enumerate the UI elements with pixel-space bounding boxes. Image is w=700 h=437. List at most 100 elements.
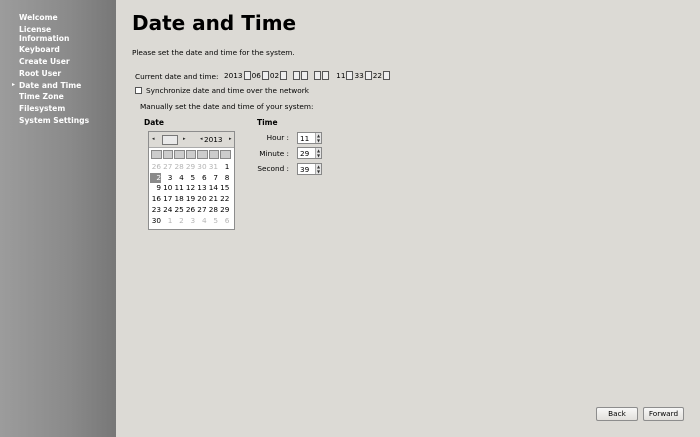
calendar-day[interactable]: 11	[173, 183, 184, 193]
next-month-icon[interactable]: ▸	[183, 136, 186, 142]
calendar-day[interactable]: 10	[161, 183, 172, 193]
missing-glyph-icon	[280, 71, 288, 80]
month-selector[interactable]	[162, 135, 178, 145]
spin-arrows-icon[interactable]: ▲ ▼	[315, 164, 321, 174]
calendar-day[interactable]: 6	[218, 216, 230, 226]
calendar-header: ◂ ▸ ◂ 2013 ▸	[149, 132, 234, 148]
calendar-day[interactable]: 3	[161, 173, 173, 183]
spin-arrows-icon[interactable]: ▲ ▼	[315, 133, 321, 143]
sidebar-item-date-and-time[interactable]: Date and Time	[19, 81, 81, 90]
calendar-day[interactable]: 13	[196, 183, 206, 193]
main-panel: Date and Time Please set the date and ti…	[116, 0, 700, 437]
missing-glyph-icon	[293, 71, 301, 80]
calendar-day[interactable]: 9	[150, 183, 161, 193]
second-label: Second :	[257, 164, 289, 173]
calendar-day[interactable]: 1	[218, 162, 230, 172]
calendar-day[interactable]: 14	[207, 183, 218, 193]
missing-glyph-icon	[314, 71, 322, 80]
calendar-day[interactable]: 18	[173, 194, 184, 204]
calendar-day[interactable]: 30	[150, 216, 161, 226]
sidebar-item-filesystem[interactable]: Filesystem	[19, 104, 65, 113]
calendar-day[interactable]: 29	[218, 205, 229, 215]
sync-label[interactable]: Synchronize date and time over the netwo…	[146, 86, 309, 95]
calendar-day[interactable]: 5	[184, 173, 196, 183]
calendar-day[interactable]: 28	[173, 162, 184, 172]
current-datetime-label: Current date and time:	[135, 72, 219, 81]
calendar-day[interactable]: 4	[196, 216, 207, 226]
prev-year-icon[interactable]: ◂	[200, 136, 203, 142]
missing-glyph-icon	[364, 71, 372, 80]
sidebar-item-license[interactable]: License	[19, 25, 51, 34]
calendar-day[interactable]: 19	[184, 194, 195, 204]
sidebar-item-root-user[interactable]: Root User	[19, 69, 61, 78]
calendar-day[interactable]: 30	[196, 162, 206, 172]
calendar-day[interactable]: 26	[150, 162, 161, 172]
spin-arrows-icon[interactable]: ▲ ▼	[315, 148, 321, 158]
calendar-day[interactable]: 7	[207, 173, 218, 183]
weekday-glyph-icon	[208, 150, 219, 159]
calendar-day[interactable]: 15	[218, 183, 229, 193]
current-hour: 11	[336, 71, 346, 80]
current-year: 2013	[224, 71, 243, 80]
missing-glyph-icon	[301, 71, 309, 80]
page-title: Date and Time	[132, 11, 297, 35]
calendar-day[interactable]: 21	[207, 194, 218, 204]
calendar-day[interactable]: 4	[173, 173, 184, 183]
sidebar-item-time-zone[interactable]: Time Zone	[19, 92, 64, 101]
calendar-day[interactable]: 8	[218, 173, 230, 183]
calendar-day[interactable]: 1	[161, 216, 173, 226]
calendar-day[interactable]: 25	[173, 205, 184, 215]
calendar-day[interactable]: 16	[150, 194, 161, 204]
sidebar-item-create-user[interactable]: Create User	[19, 57, 70, 66]
sidebar-item-welcome[interactable]: Welcome	[19, 13, 58, 22]
minute-spinner[interactable]: 29 ▲ ▼	[297, 147, 322, 159]
manual-set-label: Manually set the date and time of your s…	[140, 102, 314, 111]
weekday-glyph-icon	[197, 150, 208, 159]
calendar-day[interactable]: 27	[161, 162, 172, 172]
current-day: 02	[269, 71, 280, 80]
calendar-day[interactable]: 5	[207, 216, 218, 226]
calendar-day[interactable]: 20	[196, 194, 206, 204]
current-second: 22	[372, 71, 383, 80]
calendar-day[interactable]: 3	[184, 216, 196, 226]
missing-glyph-icon	[322, 71, 330, 80]
calendar-day[interactable]: 22	[218, 194, 229, 204]
back-button[interactable]: Back	[596, 407, 638, 421]
calendar[interactable]: ◂ ▸ ◂ 2013 ▸ 26 27 28 29 30 31 1 2 3 4 5 6 7 8 9 10 11 12…	[148, 131, 235, 230]
calendar-day[interactable]: 29	[184, 162, 195, 172]
weekday-header-row	[151, 150, 231, 159]
calendar-year: 2013	[204, 135, 223, 144]
weekday-glyph-icon	[174, 150, 185, 159]
weekday-glyph-icon	[162, 150, 173, 159]
current-minute: 33	[354, 71, 364, 80]
second-value[interactable]: 39	[300, 165, 309, 174]
calendar-day[interactable]: 17	[161, 194, 172, 204]
calendar-day[interactable]: 31	[207, 162, 218, 172]
calendar-day[interactable]: 2	[173, 216, 184, 226]
hour-spinner[interactable]: 11 ▲ ▼	[297, 132, 322, 144]
sync-row[interactable]: Synchronize date and time over the netwo…	[135, 86, 309, 95]
time-section-header: Time	[257, 118, 278, 127]
current-step-arrow-icon: ▸	[12, 81, 16, 88]
calendar-day[interactable]: 6	[196, 173, 207, 183]
calendar-day[interactable]: 24	[161, 205, 172, 215]
minute-label: Minute :	[259, 149, 289, 158]
hour-label: Hour :	[266, 133, 289, 142]
forward-button[interactable]: Forward	[643, 407, 684, 421]
sidebar-item-system-settings[interactable]: System Settings	[19, 116, 89, 125]
sync-checkbox[interactable]	[135, 87, 142, 94]
calendar-day[interactable]: 27	[196, 205, 206, 215]
minute-value[interactable]: 29	[300, 149, 309, 158]
sidebar-item-license-information[interactable]: Information	[19, 34, 69, 43]
second-spinner[interactable]: 39 ▲ ▼	[297, 163, 322, 175]
hour-value[interactable]: 11	[300, 134, 309, 143]
calendar-day[interactable]: 28	[207, 205, 218, 215]
sidebar-item-keyboard[interactable]: Keyboard	[19, 45, 60, 54]
calendar-day[interactable]: 2	[150, 172, 161, 183]
prev-month-icon[interactable]: ◂	[152, 136, 155, 142]
missing-glyph-icon	[383, 71, 391, 80]
date-section-header: Date	[144, 118, 164, 127]
calendar-day[interactable]: 23	[150, 205, 161, 215]
calendar-day[interactable]: 12	[184, 183, 195, 193]
calendar-day[interactable]: 26	[184, 205, 195, 215]
